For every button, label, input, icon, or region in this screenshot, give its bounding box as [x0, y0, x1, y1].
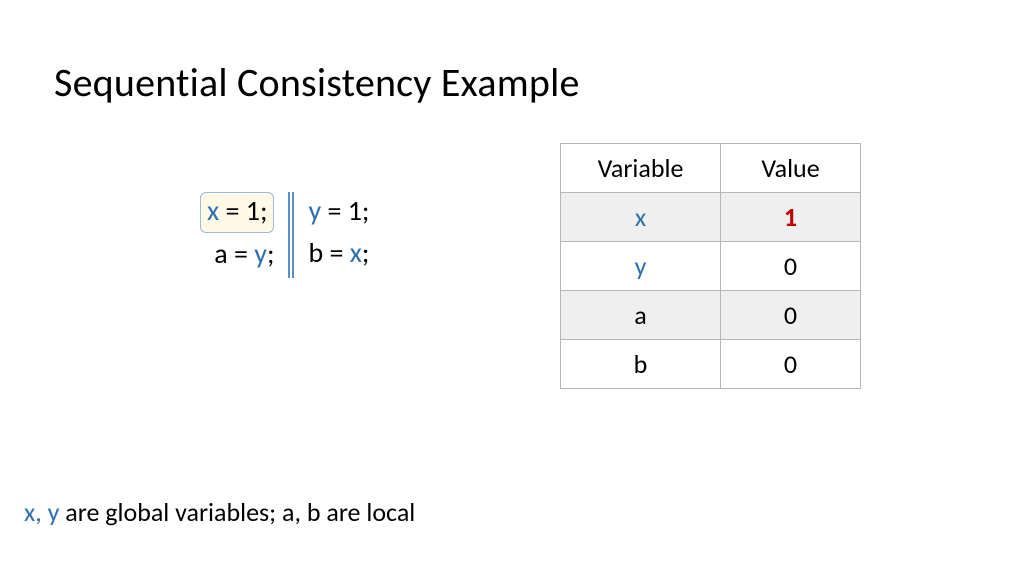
- table-cell-value: 0: [721, 340, 861, 389]
- table-row: a0: [561, 291, 861, 340]
- table-cell-value: 1: [721, 193, 861, 242]
- code-line-left-2: a = y;: [214, 233, 274, 275]
- var-y: y: [308, 193, 321, 228]
- code-line-right-2: b = x;: [308, 232, 369, 274]
- page-title: Sequential Consistency Example: [54, 58, 580, 107]
- table-cell-value: 0: [721, 291, 861, 340]
- footer-globals: x, y: [24, 496, 59, 528]
- highlighted-statement: x = 1;: [200, 192, 274, 233]
- code-text: ;: [362, 235, 370, 270]
- table-header-row: Variable Value: [561, 144, 861, 193]
- code-line-left-1: x = 1;: [200, 190, 274, 233]
- table-cell-variable: a: [561, 291, 721, 340]
- var-x: x: [207, 193, 219, 228]
- code-block: x = 1; a = y; y = 1; b = x;: [200, 190, 369, 278]
- code-text: = 1;: [321, 193, 369, 228]
- code-text: = 1;: [219, 193, 267, 228]
- table-cell-value: 0: [721, 242, 861, 291]
- table: Variable Value x1y0a0b0: [560, 143, 861, 389]
- code-text: a =: [214, 236, 254, 271]
- code-text: b =: [308, 235, 349, 270]
- footer-note: x, y are global variables; a, b are loca…: [24, 496, 415, 528]
- table-cell-variable: b: [561, 340, 721, 389]
- table-row: x1: [561, 193, 861, 242]
- footer-text: are global variables; a, b are local: [59, 496, 415, 528]
- code-line-right-1: y = 1;: [308, 190, 369, 232]
- variable-table: Variable Value x1y0a0b0: [560, 143, 861, 389]
- table-header-variable: Variable: [561, 144, 721, 193]
- table-row: b0: [561, 340, 861, 389]
- var-x: x: [350, 235, 362, 270]
- table-cell-variable: y: [561, 242, 721, 291]
- thread-right: y = 1; b = x;: [294, 190, 369, 274]
- thread-divider: [288, 192, 294, 278]
- var-y: y: [254, 236, 267, 271]
- thread-left: x = 1; a = y;: [200, 190, 288, 275]
- code-text: ;: [267, 236, 275, 271]
- table-cell-variable: x: [561, 193, 721, 242]
- table-header-value: Value: [721, 144, 861, 193]
- table-row: y0: [561, 242, 861, 291]
